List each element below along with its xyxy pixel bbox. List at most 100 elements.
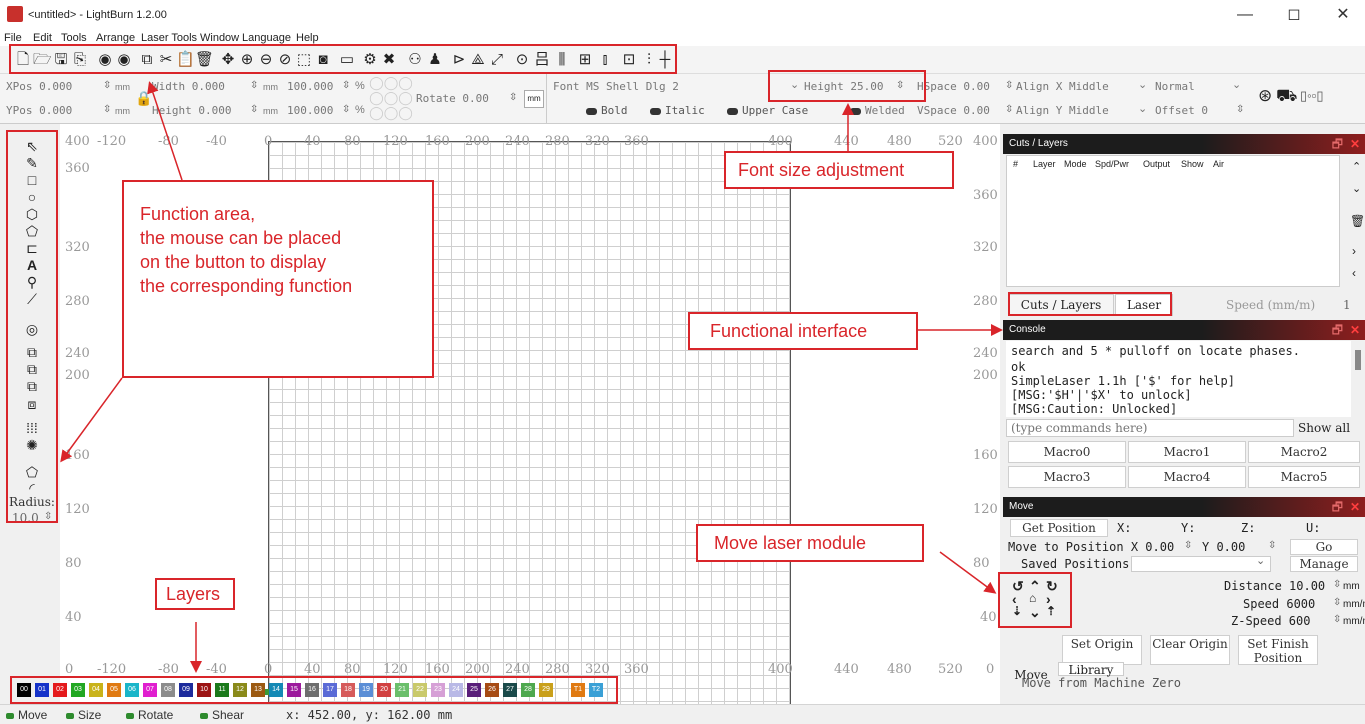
clear-origin-button[interactable]: Clear Origin bbox=[1150, 635, 1230, 665]
speed-field[interactable]: Speed 6000 bbox=[1243, 597, 1315, 611]
close-panel-icon[interactable]: ✕ bbox=[1350, 497, 1360, 517]
move-y-spinner-icon[interactable]: ⇳ bbox=[1268, 540, 1276, 551]
italic-checkbox[interactable]: Italic bbox=[650, 104, 705, 117]
move-to-position-y[interactable]: Y 0.00 bbox=[1202, 540, 1245, 554]
scale-height-spinner-icon[interactable]: ⇳ bbox=[342, 104, 350, 115]
title-bar: <untitled> - LightBurn 1.2.00 — ◻ ✕ bbox=[0, 0, 1365, 30]
distance-field[interactable]: Distance 10.00 bbox=[1224, 579, 1325, 593]
float-panel-icon[interactable]: 🗗 bbox=[1332, 320, 1343, 340]
col-header: Output bbox=[1143, 159, 1171, 169]
bold-checkbox[interactable]: Bold bbox=[586, 104, 628, 117]
cuts-layers-table[interactable]: # Layer Mode Spd/Pwr Output Show Air bbox=[1006, 155, 1340, 287]
console-command-input[interactable] bbox=[1006, 419, 1294, 437]
height-spinner-icon[interactable]: ⇳ bbox=[250, 104, 258, 115]
macro2-button[interactable]: Macro2 bbox=[1248, 441, 1360, 463]
hspace-field[interactable]: HSpace 0.00 bbox=[917, 80, 990, 93]
hspace-spinner-icon[interactable]: ⇳ bbox=[1005, 80, 1013, 91]
minimize-button[interactable]: — bbox=[1225, 4, 1265, 26]
align-y-chevron-icon[interactable]: ⌄ bbox=[1138, 102, 1147, 115]
tab-library[interactable]: Library bbox=[1058, 662, 1124, 677]
move-laser-callout: Move laser module bbox=[696, 524, 924, 562]
offset-spinner-icon[interactable]: ⇳ bbox=[1236, 104, 1244, 115]
expand-right-icon[interactable]: › bbox=[1352, 244, 1356, 258]
move-x-spinner-icon[interactable]: ⇳ bbox=[1184, 540, 1192, 551]
vspace-spinner-icon[interactable]: ⇳ bbox=[1005, 104, 1013, 115]
distance-spinner-icon[interactable]: ⇳ bbox=[1333, 579, 1341, 590]
rotate-spinner-icon[interactable]: ⇳ bbox=[509, 92, 517, 103]
y-axis-label-right: 320 bbox=[973, 240, 998, 255]
float-panel-icon[interactable]: 🗗 bbox=[1332, 497, 1343, 517]
z-speed-spinner-icon[interactable]: ⇳ bbox=[1333, 614, 1341, 625]
offset-field[interactable]: Offset 0 bbox=[1155, 104, 1208, 117]
close-panel-icon[interactable]: ✕ bbox=[1350, 134, 1360, 154]
status-move-toggle[interactable]: Move bbox=[6, 708, 47, 722]
welded-checkbox[interactable]: Welded bbox=[850, 104, 905, 117]
go-button[interactable]: Go bbox=[1290, 539, 1358, 555]
align-x-chevron-icon[interactable]: ⌄ bbox=[1138, 78, 1147, 91]
z-speed-field[interactable]: Z-Speed 600 bbox=[1231, 614, 1310, 628]
saved-positions-chevron-icon[interactable]: ⌄ bbox=[1256, 554, 1265, 567]
scale-width-field[interactable]: 100.000 bbox=[287, 80, 333, 93]
macro4-button[interactable]: Macro4 bbox=[1128, 466, 1246, 488]
functional-interface-callout: Functional interface bbox=[688, 312, 918, 350]
xpos-field[interactable]: XPos 0.000 bbox=[6, 80, 72, 93]
width-spinner-icon[interactable]: ⇳ bbox=[250, 80, 258, 91]
set-finish-position-button[interactable]: Set Finish Position bbox=[1238, 635, 1318, 665]
upper-case-checkbox[interactable]: Upper Case bbox=[727, 104, 808, 117]
ypos-field[interactable]: YPos 0.000 bbox=[6, 104, 72, 117]
align-tools-icon[interactable]: ▯◦▫▯ bbox=[1300, 88, 1324, 104]
camera-overlay-icon[interactable]: ⊛ bbox=[1258, 86, 1272, 106]
mode-select[interactable]: Normal bbox=[1155, 80, 1195, 93]
ypos-spinner-icon[interactable]: ⇳ bbox=[103, 104, 111, 115]
x-axis-label: 400 bbox=[768, 134, 793, 149]
delete-layer-icon[interactable]: 🗑 bbox=[1350, 214, 1365, 228]
status-rotate-toggle[interactable]: Rotate bbox=[126, 708, 173, 722]
y-axis-label: 80 bbox=[65, 556, 82, 571]
y-axis-label: 360 bbox=[65, 161, 90, 176]
saved-positions-label: Saved Positions: bbox=[1021, 557, 1137, 571]
macro5-button[interactable]: Macro5 bbox=[1248, 466, 1360, 488]
font-select[interactable]: Font MS Shell Dlg 2 bbox=[553, 80, 679, 93]
macro3-button[interactable]: Macro3 bbox=[1008, 466, 1126, 488]
expand-left-icon[interactable]: ‹ bbox=[1352, 266, 1356, 280]
width-field[interactable]: Width 0.000 bbox=[152, 80, 225, 93]
speed-spinner-icon[interactable]: ⇳ bbox=[1333, 597, 1341, 608]
rotate-field[interactable]: Rotate 0.00 bbox=[416, 92, 489, 105]
saved-positions-select[interactable] bbox=[1131, 556, 1271, 572]
x-axis-label: 520 bbox=[938, 134, 963, 149]
move-from-machine-zero-checkbox[interactable]: Move from Machine Zero bbox=[1022, 676, 1181, 690]
manage-button[interactable]: Manage bbox=[1290, 556, 1358, 572]
status-shear-toggle[interactable]: Shear bbox=[200, 708, 244, 722]
width-unit: mm bbox=[263, 82, 278, 92]
scale-width-spinner-icon[interactable]: ⇳ bbox=[342, 80, 350, 91]
align-x-select[interactable]: Align X Middle bbox=[1016, 80, 1109, 93]
anchor-grid-icon[interactable]: ◯◯◯ ◯◯◯ ◯◯◯ bbox=[369, 75, 413, 121]
macro1-button[interactable]: Macro1 bbox=[1128, 441, 1246, 463]
set-origin-button[interactable]: Set Origin bbox=[1062, 635, 1142, 665]
macro0-button[interactable]: Macro0 bbox=[1008, 441, 1126, 463]
lock-aspect-icon[interactable]: 🔒 bbox=[135, 90, 152, 107]
maximize-button[interactable]: ◻ bbox=[1274, 4, 1314, 26]
laser-head-icon[interactable]: ⛟ bbox=[1276, 86, 1297, 108]
float-panel-icon[interactable]: 🗗 bbox=[1332, 134, 1343, 154]
close-button[interactable]: ✕ bbox=[1323, 4, 1363, 26]
speed-value[interactable]: 1 bbox=[1343, 298, 1351, 312]
close-panel-icon[interactable]: ✕ bbox=[1350, 320, 1360, 340]
scale-height-field[interactable]: 100.000 bbox=[287, 104, 333, 117]
get-position-button[interactable]: Get Position bbox=[1010, 519, 1108, 537]
y-axis-label-right: 160 bbox=[973, 448, 998, 463]
unit-toggle-button[interactable]: mm bbox=[524, 90, 544, 108]
console-line: search and 5 * pulloff on locate phases. bbox=[1011, 344, 1300, 358]
move-down-icon[interactable]: ⌄ bbox=[1352, 182, 1361, 195]
col-header: Layer bbox=[1033, 159, 1056, 169]
show-all-toggle[interactable]: Show all bbox=[1298, 421, 1350, 435]
xpos-spinner-icon[interactable]: ⇳ bbox=[103, 80, 111, 91]
height-field[interactable]: Height 0.000 bbox=[152, 104, 231, 117]
align-y-select[interactable]: Align Y Middle bbox=[1016, 104, 1109, 117]
mode-chevron-icon[interactable]: ⌄ bbox=[1232, 78, 1241, 91]
move-to-position-x[interactable]: Move to Position X 0.00 bbox=[1008, 540, 1174, 554]
console-scrollbar[interactable] bbox=[1355, 350, 1361, 370]
move-up-icon[interactable]: ⌃ bbox=[1352, 160, 1361, 173]
vspace-field[interactable]: VSpace 0.00 bbox=[917, 104, 990, 117]
status-size-toggle[interactable]: Size bbox=[66, 708, 101, 722]
